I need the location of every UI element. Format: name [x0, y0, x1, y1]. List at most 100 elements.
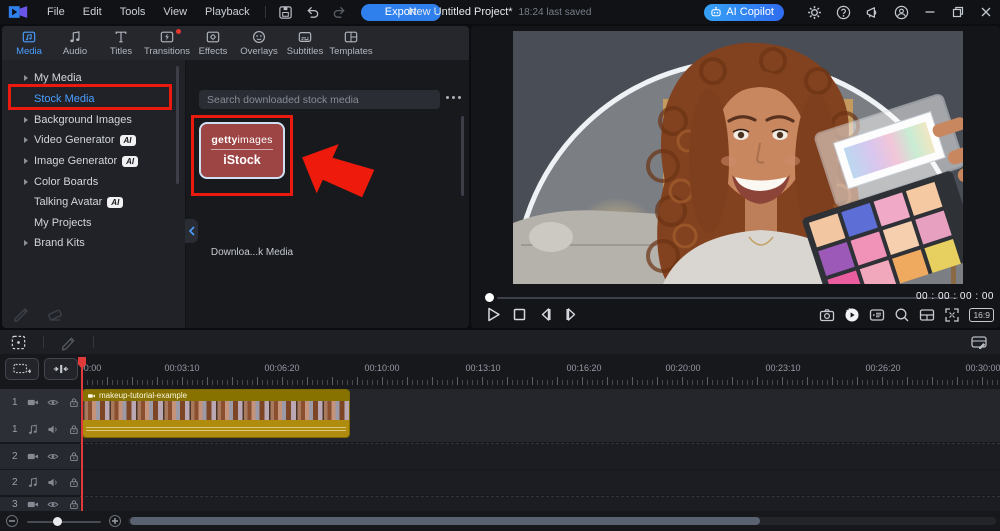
sidebar-item-image-generator[interactable]: Image GeneratorAI: [2, 151, 174, 171]
add-track-button[interactable]: [5, 358, 39, 380]
tab-audio[interactable]: Audio: [52, 26, 98, 60]
announcements-icon[interactable]: [865, 5, 880, 20]
expand-arrow-icon[interactable]: [24, 158, 28, 164]
content-scrollbar[interactable]: [461, 116, 464, 196]
mute-toggle-icon[interactable]: [47, 476, 59, 489]
tab-label: Templates: [329, 46, 372, 57]
restore-button[interactable]: [952, 6, 964, 18]
menu-tools[interactable]: Tools: [111, 0, 155, 24]
zoom-out-button[interactable]: [6, 515, 18, 527]
sidebar-item-label: Color Boards: [34, 176, 98, 188]
visibility-toggle-icon[interactable]: [47, 498, 59, 511]
menu-edit[interactable]: Edit: [74, 0, 111, 24]
lock-toggle-icon[interactable]: [68, 498, 80, 511]
help-icon[interactable]: [836, 5, 851, 20]
timeline-hscroll-thumb[interactable]: [130, 517, 760, 525]
lock-toggle-icon[interactable]: [68, 396, 80, 409]
draw-tool-icon[interactable]: [12, 304, 30, 322]
menu-view[interactable]: View: [154, 0, 196, 24]
menu-file[interactable]: File: [38, 0, 74, 24]
lock-toggle-icon[interactable]: [68, 423, 80, 436]
tab-transitions[interactable]: Transitions: [144, 26, 190, 60]
expand-arrow-icon[interactable]: [24, 179, 28, 185]
undo-icon[interactable]: [305, 5, 320, 20]
expand-arrow-icon[interactable]: [24, 240, 28, 246]
ai-badge: AI: [107, 197, 123, 208]
timeline-toolbar: [0, 330, 1000, 354]
lock-toggle-icon[interactable]: [68, 476, 80, 489]
split-view-icon[interactable]: [919, 307, 935, 323]
track-row-audio-2: 2: [0, 470, 1000, 495]
minimize-button[interactable]: [924, 6, 936, 18]
track-number: 3: [12, 499, 18, 510]
render-preview-icon[interactable]: [844, 307, 860, 323]
tab-effects[interactable]: Effects: [190, 26, 236, 60]
eraser-tool-icon[interactable]: [46, 304, 64, 322]
search-input[interactable]: [199, 90, 440, 109]
panel-collapse-handle[interactable]: [185, 219, 198, 243]
timeline-clip[interactable]: makeup-tutorial-example: [83, 390, 349, 437]
ai-copilot-button[interactable]: AI Copilot: [704, 4, 784, 21]
video-frame-image: [513, 31, 963, 284]
settings-gear-icon[interactable]: [807, 5, 822, 20]
next-frame-button[interactable]: [563, 306, 580, 323]
seek-handle[interactable]: [485, 293, 494, 302]
visibility-toggle-icon[interactable]: [47, 450, 59, 463]
tab-templates[interactable]: Templates: [328, 26, 374, 60]
track-number: 1: [12, 424, 18, 435]
snapshot-camera-icon[interactable]: [819, 307, 835, 323]
aspect-ratio-badge[interactable]: 16:9: [969, 308, 994, 322]
sidebar-item-brand-kits[interactable]: Brand Kits: [2, 233, 174, 253]
playhead-line[interactable]: [81, 357, 83, 511]
tab-media[interactable]: Media: [6, 26, 52, 60]
mute-toggle-icon[interactable]: [47, 423, 59, 436]
transform-tool-icon[interactable]: [10, 334, 27, 351]
zoom-in-button[interactable]: [109, 515, 121, 527]
account-icon[interactable]: [894, 5, 909, 20]
track-row-video-2: 2: [0, 444, 1000, 469]
seek-track[interactable]: [497, 297, 958, 299]
video-preview[interactable]: [513, 31, 963, 284]
preview-tools: 16:9: [819, 307, 994, 323]
export-button[interactable]: Export: [361, 4, 441, 21]
zoom-slider-track[interactable]: [27, 521, 101, 523]
media-library-panel: Media Audio Titles Transitions Effects: [2, 26, 469, 328]
timeline-hscrollbar[interactable]: [128, 517, 996, 525]
seek-bar[interactable]: 00 : 00 : 00 : 00: [471, 292, 1000, 304]
sidebar-item-talking-avatar[interactable]: Talking AvatarAI: [2, 192, 174, 212]
playlist-icon[interactable]: [869, 307, 885, 323]
save-icon[interactable]: [278, 5, 293, 20]
manage-tracks-icon[interactable]: [970, 333, 988, 351]
stop-button[interactable]: [511, 306, 528, 323]
expand-arrow-icon[interactable]: [24, 75, 28, 81]
tab-titles[interactable]: Titles: [98, 26, 144, 60]
lock-toggle-icon[interactable]: [68, 450, 80, 463]
sidebar-item-color-boards[interactable]: Color Boards: [2, 172, 174, 192]
menu-playback[interactable]: Playback: [196, 0, 259, 24]
expand-arrow-icon[interactable]: [24, 117, 28, 123]
more-options-icon[interactable]: [446, 96, 461, 99]
sidebar-item-video-generator[interactable]: Video GeneratorAI: [2, 130, 174, 150]
tab-subtitles[interactable]: Subtitles: [282, 26, 328, 60]
pen-tool-icon[interactable]: [60, 334, 77, 351]
close-button[interactable]: [980, 6, 992, 18]
sidebar-scrollbar[interactable]: [176, 66, 179, 184]
expand-arrow-icon[interactable]: [24, 137, 28, 143]
zoom-slider-handle[interactable]: [53, 517, 62, 526]
panel-bottom-tools: [12, 304, 64, 322]
zoom-level-icon[interactable]: [894, 307, 910, 323]
track-lane[interactable]: [80, 497, 1000, 511]
track-lane[interactable]: [80, 444, 1000, 469]
sidebar-item-background-images[interactable]: Background Images: [2, 110, 174, 130]
fullscreen-icon[interactable]: [944, 307, 960, 323]
timeline-ruler[interactable]: 00:00 00:03:10 00:06:20 00:10:00 00:13:1…: [82, 356, 1000, 386]
redo-icon[interactable]: [332, 5, 347, 20]
auto-ripple-button[interactable]: [44, 358, 78, 380]
tab-label: Overlays: [240, 46, 277, 57]
play-button[interactable]: [485, 306, 502, 323]
tab-overlays[interactable]: Overlays: [236, 26, 282, 60]
track-lane[interactable]: [80, 470, 1000, 495]
sidebar-item-my-projects[interactable]: My Projects: [2, 213, 174, 233]
visibility-toggle-icon[interactable]: [47, 396, 59, 409]
previous-frame-button[interactable]: [537, 306, 554, 323]
